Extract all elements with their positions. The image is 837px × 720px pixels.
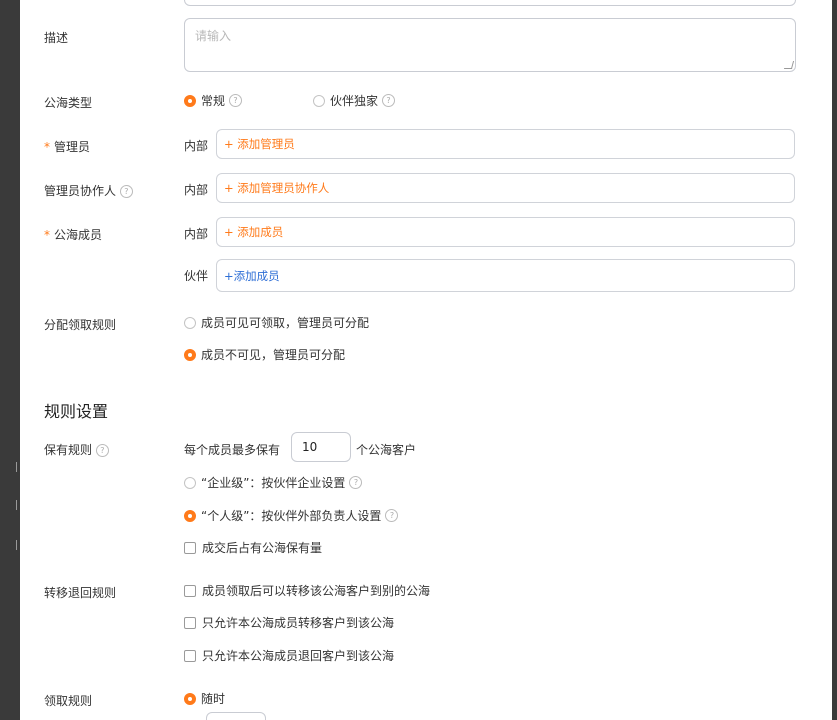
members-partner-label: 伙伴 bbox=[184, 269, 209, 283]
name-field[interactable] bbox=[184, 0, 796, 6]
checkbox-icon bbox=[184, 616, 196, 629]
transfer-option-label: 成员领取后可以转移该公海客户到别的公海 bbox=[202, 584, 431, 598]
add-internal-member-text: + 添加成员 bbox=[224, 225, 284, 239]
description-placeholder: 请输入 bbox=[195, 29, 232, 43]
add-admin-button[interactable]: + 添加管理员 bbox=[216, 129, 795, 159]
admin-label: * 管理员 bbox=[44, 138, 90, 155]
distribution-invisible-radio[interactable]: 成员不可见，管理员可分配 bbox=[184, 346, 345, 363]
transfer-option-checkbox[interactable]: 成员领取后可以转移该公海客户到别的公海 bbox=[184, 582, 430, 599]
transfer-option-checkbox[interactable]: 只允许本公海成员退回客户到该公海 bbox=[184, 647, 394, 664]
help-icon[interactable]: ? bbox=[382, 94, 396, 107]
members-label-text: 公海成员 bbox=[54, 228, 103, 242]
pool-settings-form: 描述 请输入 公海类型 常规 ? 伙伴独家 ? * 管理员 内部 + 添加管理员 … bbox=[20, 0, 832, 720]
retention-enterprise-radio[interactable]: “企业级”：按伙伴企业设置 ? bbox=[184, 474, 363, 491]
background-mark bbox=[16, 462, 17, 472]
deal-occupy-checkbox[interactable]: 成交后占有公海保有量 bbox=[184, 539, 322, 556]
rules-section-title: 规则设置 bbox=[44, 402, 109, 421]
distribution-visible-radio[interactable]: 成员可见可领取，管理员可分配 bbox=[184, 314, 369, 331]
transfer-option-checkbox[interactable]: 只允许本公海成员转移客户到该公海 bbox=[184, 614, 394, 631]
required-mark: * bbox=[44, 228, 50, 242]
background-mark bbox=[16, 500, 17, 510]
admin-collab-internal-label: 内部 bbox=[184, 183, 209, 197]
transfer-label: 转移退回规则 bbox=[44, 586, 117, 600]
admin-label-text: 管理员 bbox=[54, 140, 91, 154]
add-admin-collab-text: + 添加管理员协作人 bbox=[224, 181, 330, 195]
claim-extra-field[interactable] bbox=[206, 712, 266, 720]
checkbox-icon bbox=[184, 649, 196, 662]
help-icon[interactable]: ? bbox=[349, 476, 363, 489]
pool-type-regular-label: 常规 bbox=[201, 94, 226, 108]
checkbox-icon bbox=[184, 541, 196, 554]
resize-handle-icon[interactable] bbox=[783, 61, 795, 69]
help-icon[interactable]: ? bbox=[229, 94, 243, 107]
claim-label: 领取规则 bbox=[44, 694, 93, 708]
distribution-label: 分配领取规则 bbox=[44, 318, 117, 332]
members-label: * 公海成员 bbox=[44, 226, 102, 243]
background-mark bbox=[16, 540, 17, 550]
radio-unselected-icon bbox=[313, 94, 325, 107]
claim-anytime-radio[interactable]: 随时 bbox=[184, 690, 225, 707]
retention-suffix: 个公海客户 bbox=[356, 443, 417, 457]
transfer-option-label: 只允许本公海成员退回客户到该公海 bbox=[202, 649, 395, 663]
help-icon[interactable]: ? bbox=[95, 444, 109, 457]
retention-enterprise-label: “企业级”：按伙伴企业设置 bbox=[201, 476, 346, 490]
add-internal-member-button[interactable]: + 添加成员 bbox=[216, 217, 795, 247]
claim-anytime-label: 随时 bbox=[201, 692, 226, 706]
admin-internal-label: 内部 bbox=[184, 139, 209, 153]
required-mark: * bbox=[44, 140, 50, 154]
help-icon[interactable]: ? bbox=[385, 509, 399, 522]
help-icon[interactable]: ? bbox=[119, 185, 133, 198]
add-admin-collab-button[interactable]: + 添加管理员协作人 bbox=[216, 173, 795, 203]
admin-collab-label: 管理员协作人 ? bbox=[44, 182, 133, 199]
radio-selected-icon bbox=[184, 692, 196, 705]
add-partner-member-button[interactable]: +添加成员 bbox=[216, 259, 795, 292]
radio-unselected-icon bbox=[184, 476, 196, 489]
description-label: 描述 bbox=[44, 31, 69, 45]
description-textarea[interactable]: 请输入 bbox=[184, 18, 796, 72]
radio-selected-icon bbox=[184, 509, 196, 522]
retention-quantity-input[interactable] bbox=[291, 432, 351, 462]
admin-collab-label-text: 管理员协作人 bbox=[44, 184, 117, 198]
transfer-option-label: 只允许本公海成员转移客户到该公海 bbox=[202, 616, 395, 630]
retention-personal-radio[interactable]: “个人级”：按伙伴外部负责人设置 ? bbox=[184, 507, 399, 524]
radio-selected-icon bbox=[184, 94, 196, 107]
add-partner-member-text: +添加成员 bbox=[224, 268, 280, 283]
retention-personal-label: “个人级”：按伙伴外部负责人设置 bbox=[201, 509, 382, 523]
retention-label: 保有规则 ? bbox=[44, 441, 109, 458]
members-internal-label: 内部 bbox=[184, 227, 209, 241]
distribution-invisible-label: 成员不可见，管理员可分配 bbox=[201, 348, 346, 362]
pool-type-partner-label: 伙伴独家 bbox=[330, 94, 379, 108]
pool-type-label: 公海类型 bbox=[44, 96, 93, 110]
add-admin-text: + 添加管理员 bbox=[224, 137, 295, 151]
checkbox-icon bbox=[184, 584, 196, 597]
retention-label-text: 保有规则 bbox=[44, 443, 93, 457]
radio-unselected-icon bbox=[184, 316, 196, 329]
pool-type-partner-radio[interactable]: 伙伴独家 ? bbox=[313, 92, 396, 109]
deal-occupy-label: 成交后占有公海保有量 bbox=[202, 541, 323, 555]
distribution-visible-label: 成员可见可领取，管理员可分配 bbox=[201, 316, 370, 330]
retention-prefix: 每个成员最多保有 bbox=[184, 443, 281, 457]
pool-type-regular-radio[interactable]: 常规 ? bbox=[184, 92, 243, 109]
radio-selected-icon bbox=[184, 348, 196, 361]
